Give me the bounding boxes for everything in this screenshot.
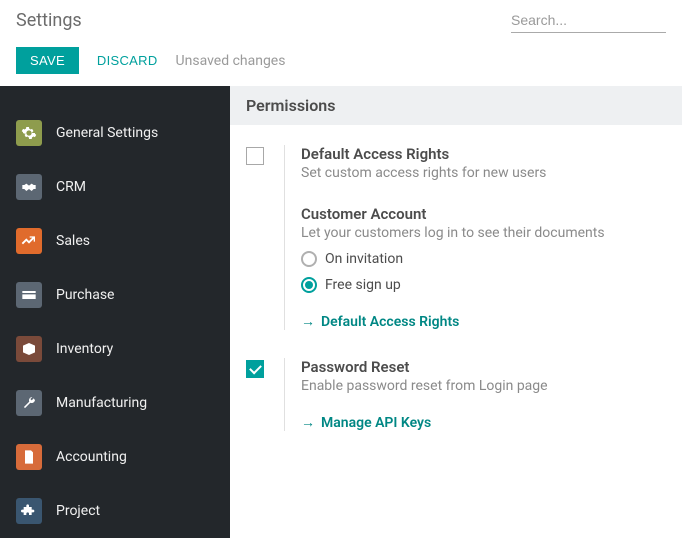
inline-link[interactable]: → Manage API Keys: [301, 414, 666, 431]
divider: [284, 358, 285, 431]
sidebar-item-label: General Settings: [56, 125, 158, 141]
sidebar: General Settings CRM Sales Purchase Inventor…: [0, 86, 230, 538]
inline-link[interactable]: → Default Access Rights: [301, 313, 666, 330]
sidebar-item-label: Purchase: [56, 287, 114, 303]
gear-icon: [16, 120, 42, 146]
setting-desc: Enable password reset from Login page: [301, 378, 666, 394]
page-title: Settings: [16, 10, 82, 31]
sidebar-item-label: Manufacturing: [56, 395, 147, 411]
setting-title: Password Reset: [301, 358, 666, 376]
checkbox[interactable]: [246, 147, 264, 165]
radio-label: Free sign up: [325, 277, 401, 293]
discard-button[interactable]: DISCARD: [97, 53, 158, 68]
sidebar-item-accounting[interactable]: Accounting: [0, 430, 230, 484]
radio-option[interactable]: Free sign up: [301, 277, 666, 293]
radio-option[interactable]: On invitation: [301, 251, 666, 267]
sidebar-item-label: Project: [56, 503, 100, 519]
chart-up-icon: [16, 228, 42, 254]
section-header: Permissions: [230, 86, 682, 125]
unsaved-label: Unsaved changes: [176, 53, 286, 69]
setting-subdesc: Let your customers log in to see their d…: [301, 225, 666, 241]
box-icon: [16, 336, 42, 362]
checkbox[interactable]: [246, 360, 264, 378]
sidebar-item-label: Inventory: [56, 341, 113, 357]
header: Settings SAVE DISCARD Unsaved changes: [0, 0, 682, 86]
sidebar-item-label: Sales: [56, 233, 90, 249]
setting-subtitle: Customer Account: [301, 205, 666, 223]
sidebar-item-label: CRM: [56, 179, 86, 195]
sidebar-item-project[interactable]: Project: [0, 484, 230, 538]
sidebar-item-purchase[interactable]: Purchase: [0, 268, 230, 322]
card-icon: [16, 282, 42, 308]
radio-icon: [301, 251, 317, 267]
sidebar-item-crm[interactable]: CRM: [0, 160, 230, 214]
setting-row: Default Access Rights Set custom access r…: [246, 145, 666, 330]
puzzle-icon: [16, 498, 42, 524]
document-icon: [16, 444, 42, 470]
main-panel: Permissions Default Access Rights Set cus…: [230, 86, 682, 538]
sidebar-item-inventory[interactable]: Inventory: [0, 322, 230, 376]
sidebar-item-label: Accounting: [56, 449, 127, 465]
save-button[interactable]: SAVE: [16, 47, 79, 74]
radio-icon: [301, 277, 317, 293]
setting-desc: Set custom access rights for new users: [301, 165, 666, 181]
sidebar-item-manufacturing[interactable]: Manufacturing: [0, 376, 230, 430]
link-label: Default Access Rights: [321, 314, 459, 330]
sidebar-item-general-settings[interactable]: General Settings: [0, 106, 230, 160]
link-label: Manage API Keys: [321, 415, 431, 431]
search-input[interactable]: [511, 8, 666, 33]
sidebar-item-sales[interactable]: Sales: [0, 214, 230, 268]
handshake-icon: [16, 174, 42, 200]
arrow-right-icon: →: [301, 313, 315, 330]
wrench-icon: [16, 390, 42, 416]
divider: [284, 145, 285, 330]
arrow-right-icon: →: [301, 414, 315, 431]
setting-title: Default Access Rights: [301, 145, 666, 163]
radio-label: On invitation: [325, 251, 403, 267]
setting-row: Password Reset Enable password reset from…: [246, 358, 666, 431]
